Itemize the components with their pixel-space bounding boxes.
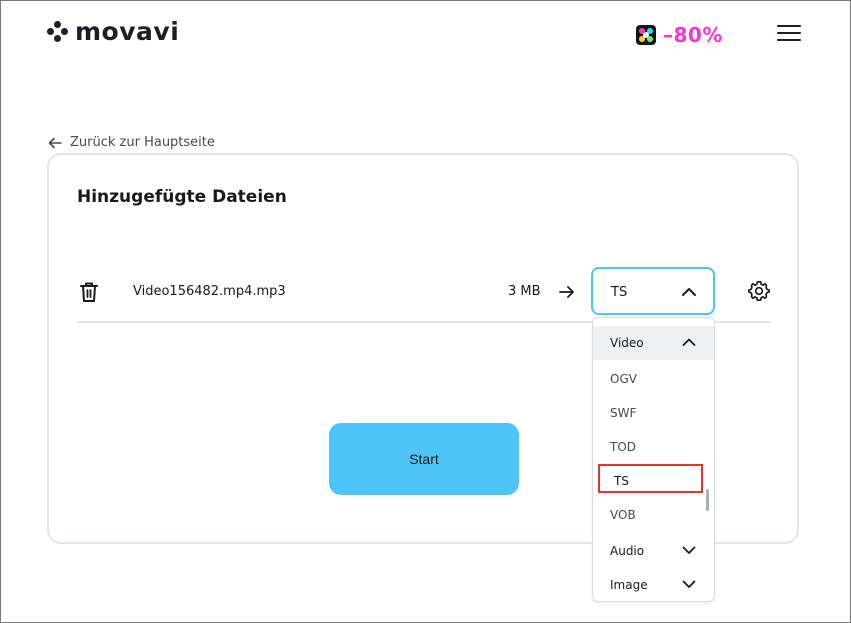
chevron-down-icon (682, 580, 696, 588)
dropdown-item-ts[interactable]: TS (593, 467, 703, 495)
dropdown-item-vob[interactable]: VOB (593, 501, 703, 529)
card-title: Hinzugefügte Dateien (77, 187, 287, 207)
gear-icon[interactable] (747, 280, 771, 306)
dropdown-item-ogv[interactable]: OGV (593, 365, 703, 393)
chevron-up-icon (682, 288, 696, 296)
promo-discount-text: –80% (663, 23, 723, 47)
promo-app-icon (636, 25, 656, 45)
movavi-logo[interactable]: movavi (47, 19, 179, 44)
format-select[interactable]: TS (591, 267, 715, 315)
arrow-right-icon (559, 284, 575, 303)
back-link-label: Zurück zur Hauptseite (70, 135, 215, 150)
dropdown-group-image[interactable]: Image (593, 568, 714, 601)
file-size: 3 MB (508, 284, 541, 299)
back-to-home-link[interactable]: Zurück zur Hauptseite (48, 135, 215, 150)
promo-badge[interactable]: –80% (636, 23, 723, 47)
dropdown-item-label: TS (614, 474, 629, 488)
dropdown-item-label: TOD (610, 440, 637, 454)
hamburger-menu-icon[interactable] (777, 25, 801, 41)
dropdown-item-swf[interactable]: SWF (593, 399, 703, 427)
dropdown-group-label: Image (610, 578, 648, 592)
dropdown-group-label: Audio (610, 544, 645, 558)
dropdown-group-label: Video (610, 336, 644, 350)
logo-mark-icon (47, 20, 69, 43)
arrow-left-icon (48, 137, 62, 148)
format-select-value: TS (611, 285, 628, 300)
file-name: Video156482.mp4.mp3 (133, 284, 286, 299)
dropdown-group-audio[interactable]: Audio (593, 534, 714, 568)
format-dropdown: Video OGV SWF TOD TS VOB Audio Image (592, 317, 715, 602)
dropdown-item-label: OGV (610, 372, 637, 386)
dropdown-item-label: SWF (610, 406, 637, 420)
dropdown-item-label: VOB (610, 508, 636, 522)
chevron-up-icon (682, 338, 696, 346)
dropdown-item-tod[interactable]: TOD (593, 433, 703, 461)
start-button[interactable]: Start (329, 423, 519, 495)
chevron-down-icon (682, 546, 696, 554)
logo-text: movavi (75, 17, 180, 46)
dropdown-group-video[interactable]: Video (593, 326, 714, 360)
trash-icon[interactable] (79, 281, 99, 307)
dropdown-scrollbar[interactable] (706, 489, 709, 511)
